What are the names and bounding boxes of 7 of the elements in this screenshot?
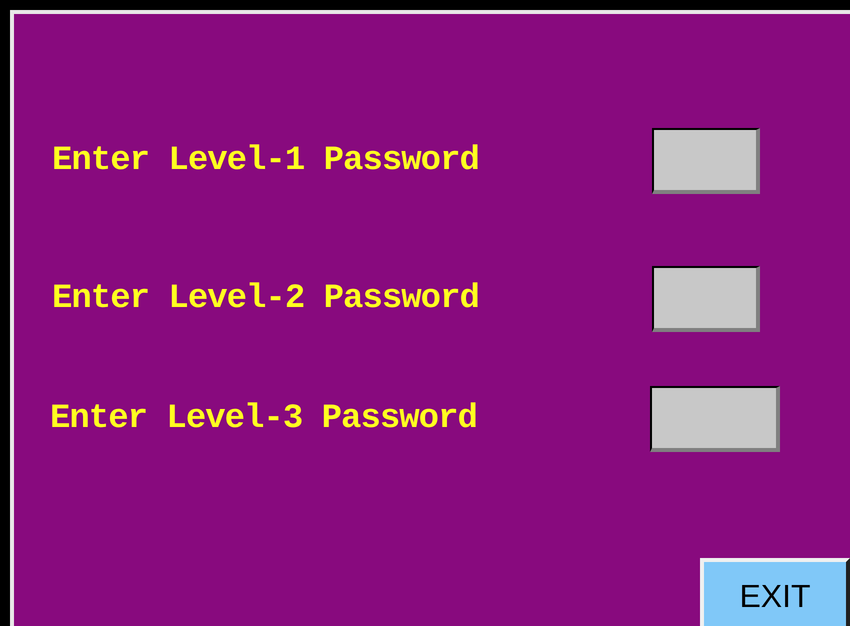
exit-button[interactable]: EXIT <box>700 558 850 626</box>
password-field[interactable] <box>652 128 760 194</box>
password-label: Enter Level-1 Password <box>52 140 480 182</box>
password-label: Enter Level-2 Password <box>52 278 480 320</box>
password-field[interactable] <box>652 266 760 332</box>
password-field[interactable] <box>650 386 780 452</box>
password-label: Enter Level-3 Password <box>50 398 478 440</box>
